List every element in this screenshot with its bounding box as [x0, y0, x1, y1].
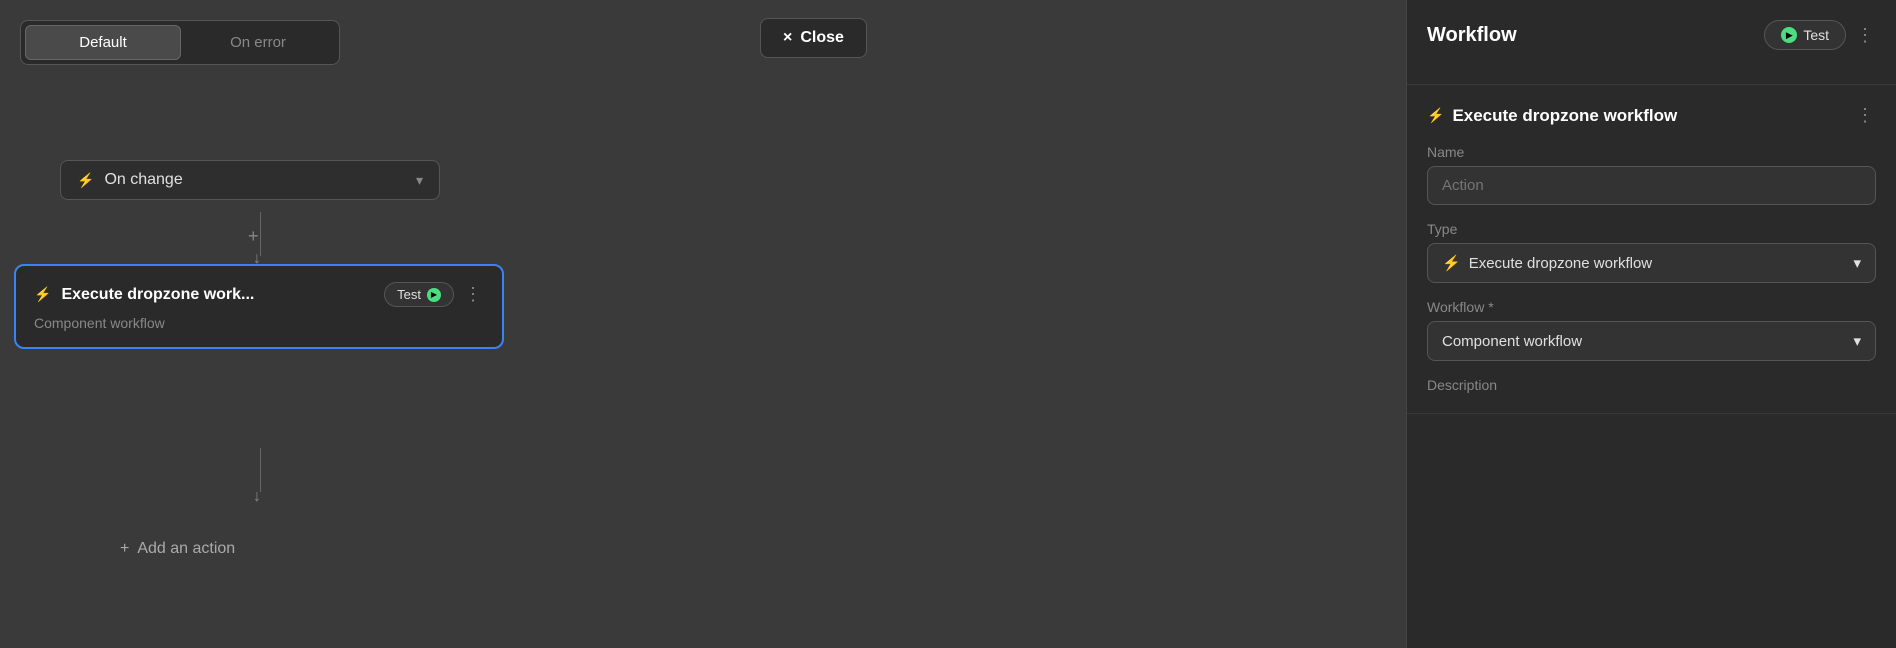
type-lightning-icon: ⚡	[1442, 254, 1461, 272]
execute-section: ⚡ Execute dropzone workflow ⋮ Name Type …	[1407, 85, 1896, 414]
action-node-title: Execute dropzone work...	[61, 286, 374, 304]
action-play-icon: ▶	[427, 288, 441, 302]
add-action-label: Add an action	[137, 540, 235, 558]
action-node: ⚡ Execute dropzone work... Test ▶ ⋮ Comp…	[14, 264, 504, 349]
lightning-icon: ⚡	[77, 172, 94, 189]
workflow-title: Workflow	[1427, 24, 1517, 47]
execute-lightning-icon: ⚡	[1427, 107, 1444, 124]
canvas-area: Default On error × Close ⚡ On change ▾ +…	[0, 0, 1406, 648]
action-node-subtitle: Component workflow	[34, 315, 484, 331]
chevron-down-icon: ▾	[416, 172, 423, 189]
connector-arrow-bottom: ↓	[253, 488, 261, 506]
tab-on-error[interactable]: On error	[181, 25, 335, 60]
workflow-play-icon: ▶	[1781, 27, 1797, 43]
execute-more-icon[interactable]: ⋮	[1856, 105, 1876, 126]
action-node-header: ⚡ Execute dropzone work... Test ▶ ⋮	[34, 282, 484, 307]
execute-title: Execute dropzone workflow	[1452, 106, 1677, 126]
close-label: Close	[800, 29, 844, 47]
workflow-chevron-icon: ▾	[1853, 332, 1861, 350]
trigger-node[interactable]: ⚡ On change ▾	[60, 160, 440, 200]
action-test-label: Test	[397, 287, 421, 302]
name-field-label: Name	[1427, 144, 1876, 160]
type-value: Execute dropzone workflow	[1469, 255, 1652, 272]
execute-header: ⚡ Execute dropzone workflow ⋮	[1427, 105, 1876, 126]
tab-group: Default On error	[20, 20, 340, 65]
add-action[interactable]: + Add an action	[120, 540, 235, 558]
execute-title-row: ⚡ Execute dropzone workflow	[1427, 106, 1677, 126]
workflow-select[interactable]: Component workflow ▾	[1427, 321, 1876, 361]
add-action-plus: +	[120, 540, 129, 558]
workflow-header: Workflow ▶ Test ⋮	[1427, 20, 1876, 50]
connector-plus[interactable]: +	[248, 226, 259, 247]
description-label: Description	[1427, 377, 1876, 393]
action-test-badge[interactable]: Test ▶	[384, 282, 454, 307]
workflow-test-label: Test	[1803, 27, 1829, 43]
workflow-more-icon[interactable]: ⋮	[1856, 25, 1876, 46]
type-field-label: Type	[1427, 221, 1876, 237]
workflow-section: Workflow ▶ Test ⋮	[1407, 0, 1896, 85]
name-input[interactable]	[1427, 166, 1876, 205]
workflow-field-label: Workflow *	[1427, 299, 1876, 315]
trigger-label: On change	[104, 171, 406, 189]
type-chevron-icon: ▾	[1853, 254, 1861, 272]
close-icon: ×	[783, 29, 792, 47]
right-panel: Workflow ▶ Test ⋮ ⚡ Execute dropzone wor…	[1406, 0, 1896, 648]
workflow-test-button[interactable]: ▶ Test	[1764, 20, 1846, 50]
type-select-inner: ⚡ Execute dropzone workflow	[1442, 254, 1652, 272]
tab-default[interactable]: Default	[25, 25, 181, 60]
action-more-icon[interactable]: ⋮	[464, 284, 484, 305]
connector-line-bottom	[260, 448, 261, 492]
close-button[interactable]: × Close	[760, 18, 867, 58]
type-select[interactable]: ⚡ Execute dropzone workflow ▾	[1427, 243, 1876, 283]
action-lightning-icon: ⚡	[34, 286, 51, 303]
workflow-value: Component workflow	[1442, 333, 1582, 350]
